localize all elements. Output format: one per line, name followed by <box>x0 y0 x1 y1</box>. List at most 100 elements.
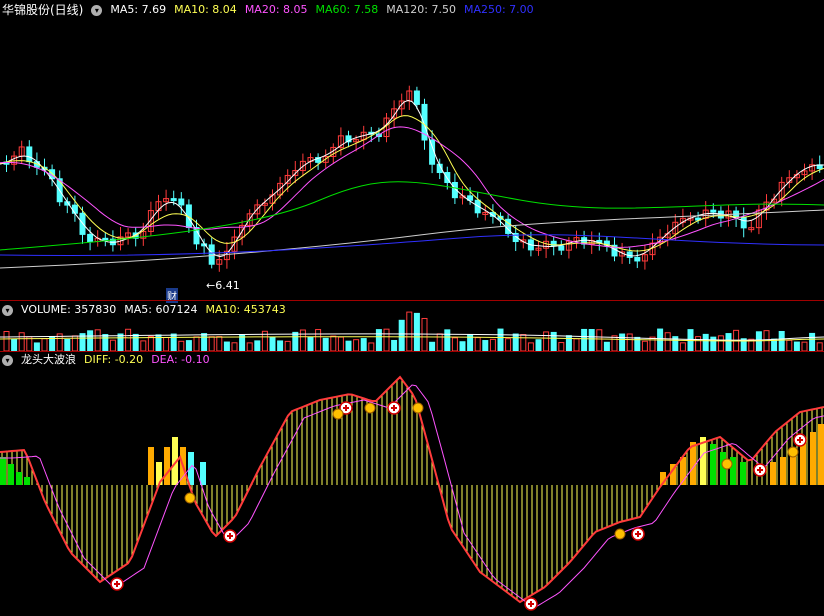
volume-bar <box>284 340 291 351</box>
volume-bar <box>444 329 451 351</box>
volume-bar <box>125 328 132 351</box>
volume-bar <box>170 333 177 351</box>
volume-bar <box>163 337 170 351</box>
volume-bar <box>337 336 344 351</box>
volume-bar <box>626 333 633 351</box>
volume-bar <box>474 337 481 351</box>
volume-bar <box>581 328 588 351</box>
volume-bar <box>611 335 618 351</box>
volume-bar <box>641 340 648 351</box>
price-pane[interactable]: 华锦股份(日线) ▾ MA5: 7.69 MA10: 8.04 MA20: 8.… <box>0 0 824 303</box>
volume-pane[interactable]: ▾ VOLUME: 357830 MA5: 607124 MA10: 45374… <box>0 301 824 351</box>
volume-bar <box>695 336 702 351</box>
volume-bar <box>231 342 238 351</box>
volume-bar <box>353 339 360 351</box>
coin-signal-icon <box>614 528 626 540</box>
volume-bar <box>679 342 686 351</box>
volume-bar <box>717 335 724 351</box>
candlestick-chart[interactable] <box>0 0 824 300</box>
volume-bar <box>87 330 94 351</box>
volume-bar <box>809 332 816 351</box>
coin-signal-icon <box>412 402 424 414</box>
volume-chart[interactable] <box>0 301 824 351</box>
volume-bar <box>619 333 626 351</box>
volume-bar <box>3 331 10 351</box>
volume-bar <box>489 338 496 351</box>
volume-bar <box>109 339 116 351</box>
histogram-block <box>200 462 206 485</box>
volume-bar <box>459 341 466 351</box>
volume-bar <box>322 337 329 351</box>
candle-body <box>71 204 78 214</box>
volume-bar <box>702 333 709 351</box>
volume-bar <box>482 340 489 351</box>
candle-body <box>626 251 633 258</box>
volume-bar <box>406 311 413 351</box>
volume-bar <box>201 333 208 351</box>
volume-bar <box>649 336 656 351</box>
volume-bar <box>429 341 436 351</box>
volume-bar <box>117 333 124 351</box>
candle-body <box>413 90 420 105</box>
volume-bar <box>94 329 101 351</box>
volume-bar <box>132 333 139 351</box>
volume-bar <box>710 336 717 351</box>
histogram-block <box>818 424 824 485</box>
candle-body <box>178 198 185 206</box>
volume-bar <box>307 336 314 351</box>
ma10-line <box>0 115 824 252</box>
coin-signal-icon <box>364 402 376 414</box>
coin-signal-icon <box>787 446 799 458</box>
volume-bar <box>11 338 18 351</box>
volume-bar <box>178 340 185 351</box>
volume-bar <box>345 340 352 351</box>
volume-bar <box>246 342 253 351</box>
volume-bar <box>208 336 215 351</box>
volume-bar <box>375 329 382 351</box>
volume-bar <box>816 342 823 351</box>
volume-bar <box>725 333 732 351</box>
volume-bar <box>223 341 230 351</box>
candle-body <box>710 209 717 213</box>
volume-bar <box>391 339 398 351</box>
volume-bar <box>558 342 565 351</box>
volume-bar <box>451 337 458 351</box>
volume-bar <box>239 334 246 351</box>
volume-bar <box>102 334 109 351</box>
volume-bar <box>193 336 200 351</box>
candle-body <box>170 198 177 202</box>
volume-bar <box>330 335 337 351</box>
volume-bar <box>596 329 603 351</box>
indicator-pane[interactable]: ▾ 龙头大波浪 DIFF: -0.20 DEA: -0.10 <box>0 352 824 616</box>
volume-bar <box>573 338 580 351</box>
volume-bar <box>755 331 762 351</box>
histogram-block <box>0 457 6 485</box>
volume-bar <box>41 338 48 351</box>
candle-body <box>26 146 33 163</box>
histogram-block <box>8 464 14 485</box>
volume-bar <box>436 333 443 351</box>
volume-bar <box>269 336 276 351</box>
volume-bar <box>512 333 519 351</box>
volume-bar <box>216 336 223 351</box>
volume-bar <box>793 341 800 351</box>
histogram-block <box>148 447 154 485</box>
coin-signal-icon <box>721 458 733 470</box>
indicator-chart[interactable] <box>0 352 824 616</box>
histogram-block <box>24 477 30 485</box>
volume-bar <box>603 341 610 351</box>
volume-bar <box>588 329 595 351</box>
coin-signal-icon <box>332 408 344 420</box>
volume-bar <box>497 328 504 351</box>
volume-bar <box>277 340 284 351</box>
volume-bar <box>527 342 534 351</box>
volume-bar <box>543 331 550 351</box>
volume-bar <box>147 336 154 351</box>
volume-bar <box>49 336 56 351</box>
histogram-block <box>800 442 806 485</box>
volume-bar <box>18 332 25 351</box>
volume-bar <box>413 312 420 351</box>
histogram-block <box>770 462 776 485</box>
volume-bar <box>801 341 808 351</box>
volume-bar <box>360 338 367 351</box>
